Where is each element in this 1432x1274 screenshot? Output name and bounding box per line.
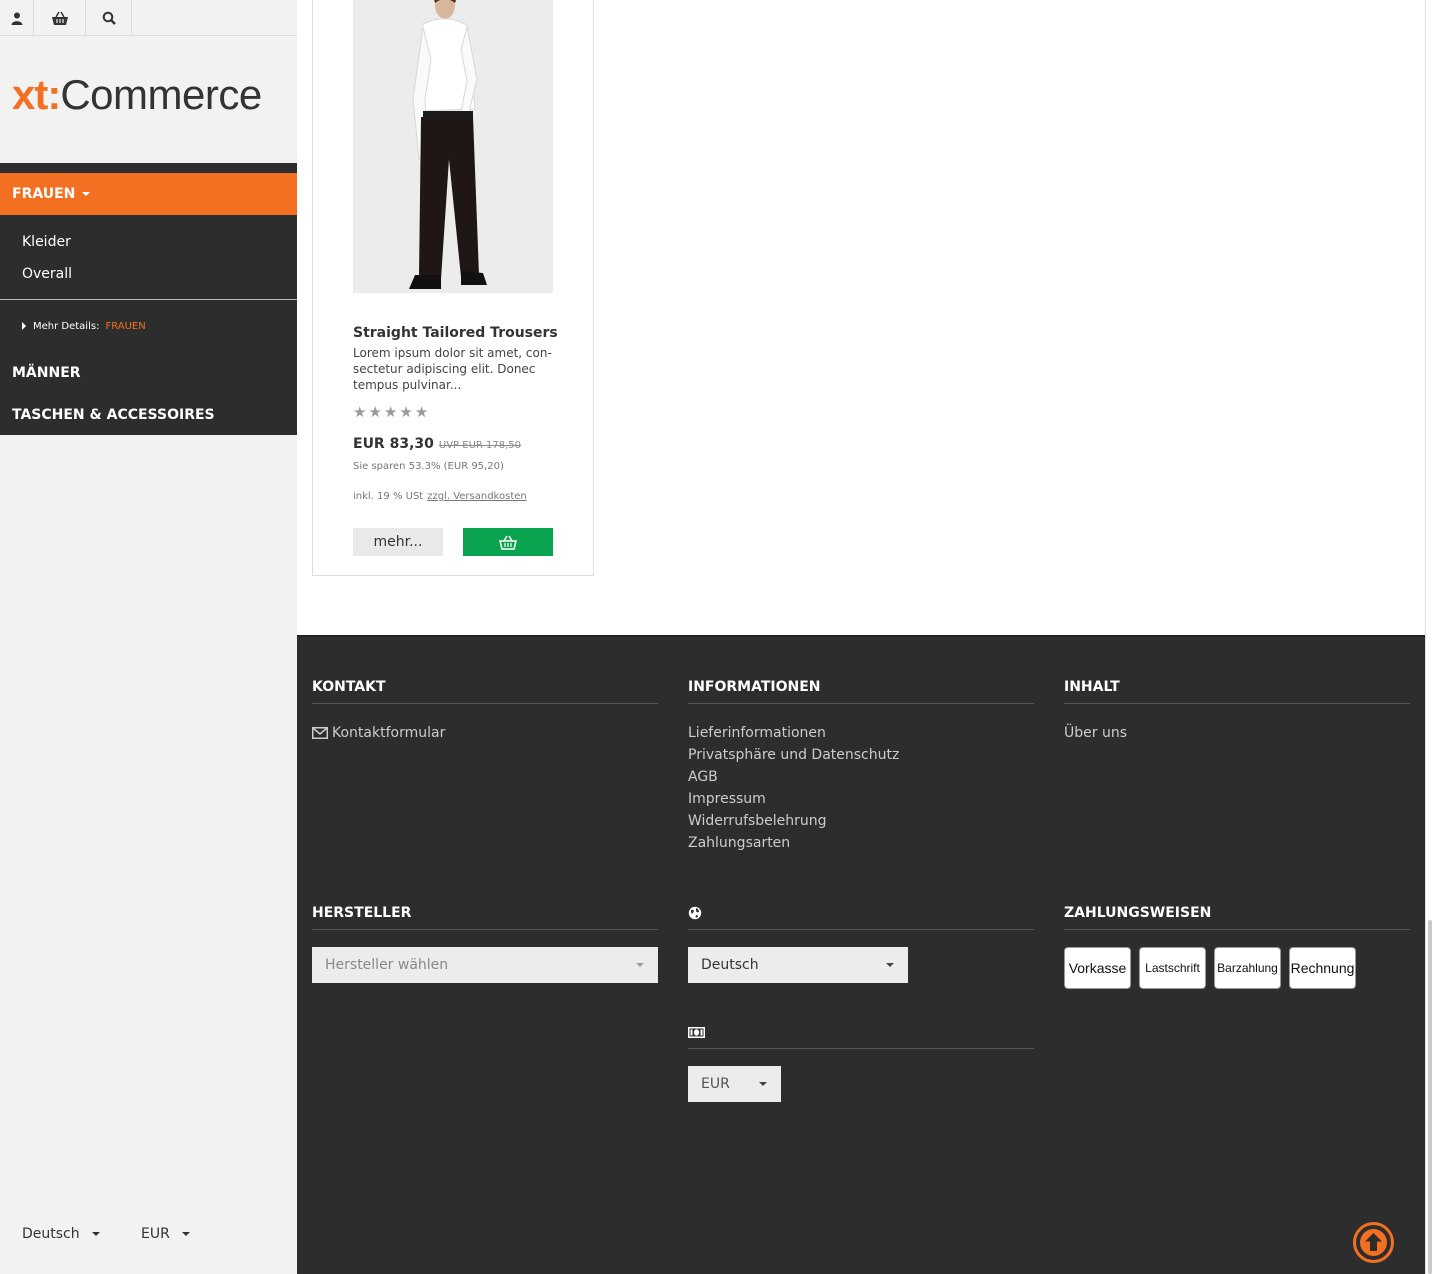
footer: KONTAKT Kontaktformular INFORMATIONEN Li… [297, 635, 1425, 1274]
more-details: Mehr Details: FRAUEN [0, 300, 297, 352]
arrow-up-icon [1360, 1229, 1387, 1256]
subnav-item-kleider[interactable]: Kleider [22, 226, 297, 258]
currency-value: EUR [701, 1076, 730, 1092]
logo-xt: xt: [12, 70, 61, 118]
payment-badge-barzahlung: Barzahlung [1214, 947, 1281, 989]
footer-link-agb[interactable]: AGB [688, 766, 1034, 788]
footer-currency: EUR [688, 1016, 1034, 1102]
scrollbar-thumb[interactable] [1428, 920, 1432, 1274]
caret-down-icon [181, 1232, 190, 1236]
footer-heading-informationen: INFORMATIONEN [688, 671, 1034, 704]
more-details-link[interactable]: FRAUEN [105, 321, 145, 332]
account-button[interactable] [0, 0, 34, 36]
sidebar-selectors: Deutsch EUR [22, 1226, 190, 1242]
tax-info: inkl. 19 % USt zzgl. Versandkosten [353, 491, 527, 502]
cart-button[interactable] [34, 0, 86, 36]
star-icon: ★ [383, 403, 398, 421]
product-photo-icon [353, 0, 553, 293]
footer-zahlungsweisen: ZAHLUNGSWEISEN Vorkasse Lastschrift Barz… [1064, 897, 1410, 989]
footer-hersteller: HERSTELLER Hersteller wählen [312, 897, 658, 983]
footer-link-label: Kontaktformular [332, 725, 446, 741]
envelope-icon [312, 727, 328, 739]
search-button[interactable] [86, 0, 132, 36]
add-to-cart-button[interactable] [463, 528, 553, 556]
caret-down-icon [886, 963, 894, 967]
top-icon-bar [0, 0, 297, 36]
tax-text: inkl. 19 % USt [353, 491, 424, 502]
currency-value: EUR [141, 1226, 170, 1242]
caret-down-icon [759, 1082, 767, 1086]
language-value: Deutsch [22, 1226, 80, 1242]
language-value: Deutsch [701, 957, 759, 973]
footer-heading-hersteller: HERSTELLER [312, 897, 658, 930]
footer-link-lieferinformationen[interactable]: Lieferinformationen [688, 722, 1034, 744]
product-card: Straight Tailored Trousers Lorem ipsum d… [312, 0, 594, 576]
logo-commerce: Commerce [60, 70, 262, 118]
star-icon: ★ [368, 403, 382, 421]
shipping-link[interactable]: zzgl. Versandkosten [427, 491, 527, 502]
language-select[interactable]: Deutsch [22, 1226, 141, 1242]
basket-icon [499, 535, 517, 550]
page-right-border [1425, 0, 1426, 1274]
footer-heading-currency [688, 1016, 1034, 1049]
star-icon: ★ [414, 403, 429, 421]
currency-select[interactable]: EUR [141, 1226, 190, 1242]
category-nav: FRAUEN Kleider Overall Mehr Details: FRA… [0, 163, 297, 435]
footer-link-impressum[interactable]: Impressum [688, 788, 1034, 810]
old-price: UVP EUR 178,50 [438, 440, 521, 451]
payment-badge-vorkasse: Vorkasse [1064, 947, 1131, 989]
footer-link-datenschutz[interactable]: Privatsphäre und Datenschutz [688, 744, 1034, 766]
nav-item-taschen[interactable]: TASCHEN & ACCESSOIRES [0, 394, 297, 436]
star-icon: ★ [399, 403, 413, 421]
user-icon [11, 12, 22, 25]
footer-heading-inhalt: INHALT [1064, 671, 1410, 704]
more-button[interactable]: mehr... [353, 528, 443, 556]
nav-item-frauen[interactable]: FRAUEN [0, 173, 297, 215]
caret-down-icon [82, 192, 91, 196]
product-description: Lorem ipsum dolor sit amet, con-sectetur… [353, 346, 552, 392]
footer-heading-kontakt: KONTAKT [312, 671, 658, 704]
caret-right-icon [22, 322, 26, 330]
caret-down-icon [636, 963, 644, 967]
footer-heading-language [688, 897, 1034, 930]
footer-heading-zahlungsweisen: ZAHLUNGSWEISEN [1064, 897, 1410, 930]
site-logo[interactable]: xt: Commerce [0, 36, 297, 163]
language-select-footer[interactable]: Deutsch [688, 947, 908, 983]
footer-link-kontaktformular[interactable]: Kontaktformular [312, 722, 658, 744]
footer-informationen: INFORMATIONEN Lieferinformationen Privat… [688, 671, 1034, 854]
footer-inhalt: INHALT Über uns [1064, 671, 1410, 744]
current-price: EUR 83,30 [353, 436, 434, 452]
nav-item-maenner[interactable]: MÄNNER [0, 352, 297, 394]
nav-item-label: FRAUEN [12, 186, 76, 202]
subnav: Kleider Overall [0, 215, 297, 300]
sidebar: xt: Commerce FRAUEN Kleider Overall Mehr … [0, 0, 297, 1274]
basket-icon [51, 11, 68, 25]
product-price: EUR 83,30 UVP EUR 178,50 [353, 436, 521, 452]
money-icon [688, 1026, 705, 1038]
product-image[interactable] [353, 0, 553, 293]
globe-icon [688, 906, 702, 920]
payment-methods: Vorkasse Lastschrift Barzahlung Rechnung [1064, 930, 1410, 989]
payment-badge-rechnung: Rechnung [1289, 947, 1356, 989]
product-rating: ★ ★ ★ ★ ★ [353, 403, 428, 421]
caret-down-icon [91, 1232, 100, 1236]
manufacturer-placeholder: Hersteller wählen [325, 957, 449, 973]
payment-badge-lastschrift: Lastschrift [1139, 947, 1206, 989]
footer-kontakt: KONTAKT Kontaktformular [312, 671, 658, 744]
search-icon [102, 11, 116, 25]
scroll-to-top-button[interactable] [1353, 1222, 1394, 1263]
manufacturer-select[interactable]: Hersteller wählen [312, 947, 658, 983]
star-icon: ★ [353, 403, 367, 421]
footer-language: Deutsch [688, 897, 1034, 983]
product-title[interactable]: Straight Tailored Trousers [353, 325, 558, 341]
currency-select-footer[interactable]: EUR [688, 1066, 781, 1102]
subnav-item-overall[interactable]: Overall [22, 258, 297, 290]
more-details-label: Mehr Details: [33, 320, 100, 332]
savings-text: Sie sparen 53.3% (EUR 95,20) [353, 461, 504, 472]
footer-link-zahlungsarten[interactable]: Zahlungsarten [688, 832, 1034, 854]
footer-link-widerrufsbelehrung[interactable]: Widerrufsbelehrung [688, 810, 1034, 832]
footer-link-ueber-uns[interactable]: Über uns [1064, 722, 1410, 744]
